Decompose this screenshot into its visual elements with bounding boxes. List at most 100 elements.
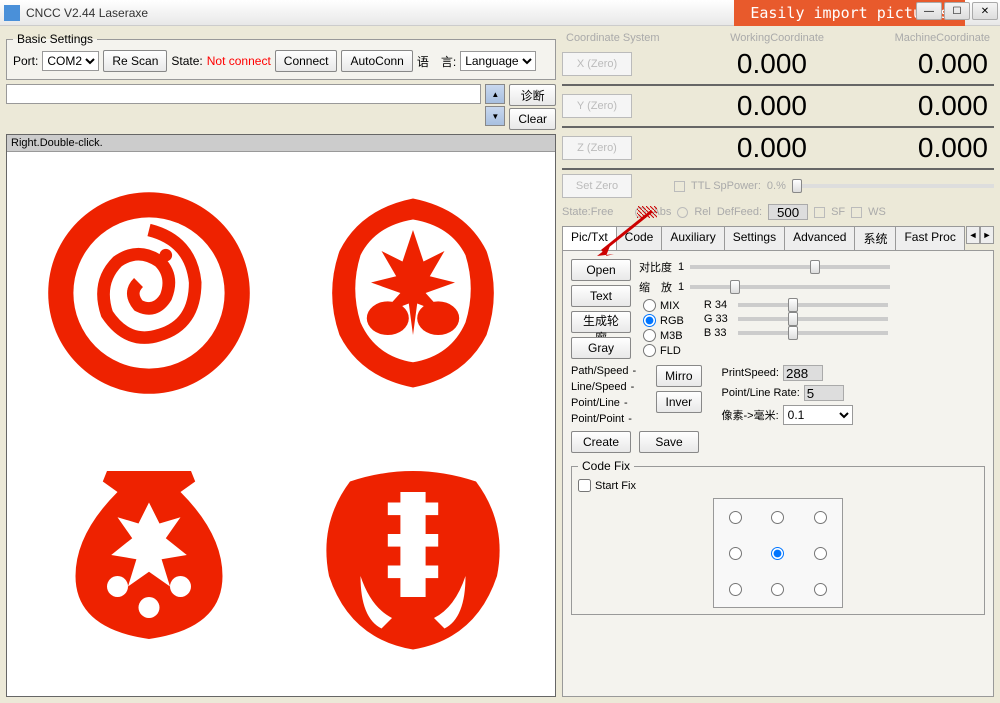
canvas-preview[interactable] [7, 152, 555, 696]
contrast-value: 1 [678, 261, 684, 273]
open-button[interactable]: Open [571, 259, 631, 281]
start-fix-label: Start Fix [595, 480, 636, 492]
fix-pos-tr[interactable] [814, 511, 827, 524]
gray-button[interactable]: Gray [571, 337, 631, 359]
tab-pic-txt[interactable]: Pic/Txt [562, 226, 617, 250]
autoconn-button[interactable]: AutoConn [341, 50, 412, 72]
clear-button[interactable]: Clear [509, 108, 556, 130]
tab-content-pic: Open Text 生成轮廓 Gray 对比度 1 缩 放 1 [562, 251, 994, 697]
tabs: Pic/Txt Code Auxiliary Settings Advanced… [562, 226, 994, 251]
artwork-vase [44, 450, 254, 660]
g-slider[interactable] [738, 317, 888, 321]
point-point-label: Point/Point [571, 413, 624, 425]
path-speed-label: Path/Speed [571, 365, 629, 377]
tab-scroll-right[interactable]: ► [980, 226, 994, 244]
titlebar: CNCC V2.44 Laseraxe Easily import pictur… [0, 0, 1000, 26]
down-arrow-button[interactable]: ▼ [485, 106, 505, 126]
sf-label: SF [831, 206, 845, 218]
fix-pos-bl[interactable] [729, 583, 742, 596]
mirror-button[interactable]: Mirro [656, 365, 701, 387]
state-value: Not connect [207, 54, 271, 68]
x-zero-button[interactable]: X (Zero) [562, 52, 632, 76]
pl-rate-label: Point/Line Rate: [722, 387, 800, 399]
ttl-checkbox[interactable] [674, 181, 685, 192]
code-fix-group: Code Fix Start Fix [571, 459, 985, 615]
scale-value: 1 [678, 281, 684, 293]
tab-advanced[interactable]: Advanced [784, 226, 855, 250]
fix-pos-tc[interactable] [771, 511, 784, 524]
text-button[interactable]: Text [571, 285, 631, 307]
fld-radio[interactable] [643, 344, 656, 357]
machine-coord-label: MachineCoordinate [895, 32, 990, 44]
diagnose-button[interactable]: 诊断 [509, 84, 556, 106]
close-button[interactable]: ✕ [972, 2, 998, 20]
line-speed-label: Line/Speed [571, 381, 627, 393]
basic-settings-group: Basic Settings Port: COM2 Re Scan State:… [6, 32, 556, 80]
tab-settings[interactable]: Settings [724, 226, 785, 250]
sf-checkbox[interactable] [814, 207, 825, 218]
print-speed-label: PrintSpeed: [722, 367, 779, 379]
port-select[interactable]: COM2 [42, 51, 99, 71]
up-arrow-button[interactable]: ▲ [485, 84, 505, 104]
fix-pos-mc[interactable] [771, 547, 784, 560]
mix-radio[interactable] [643, 299, 656, 312]
language-label: 语 言: [417, 53, 456, 70]
connect-button[interactable]: Connect [275, 50, 338, 72]
b-slider[interactable] [738, 331, 888, 335]
canvas-header: Right.Double-click. [7, 135, 555, 152]
tab-scroll-left[interactable]: ◄ [966, 226, 980, 244]
ws-checkbox[interactable] [851, 207, 862, 218]
invert-button[interactable]: Inver [656, 391, 701, 413]
abs-radio[interactable] [635, 207, 646, 218]
artwork-lotus [308, 188, 518, 398]
fix-position-grid [713, 498, 843, 608]
tab-system[interactable]: 系统 [854, 226, 896, 250]
contrast-slider[interactable] [690, 265, 890, 269]
y-working-value: 0.000 [632, 90, 813, 122]
y-machine-value: 0.000 [813, 90, 994, 122]
contrast-label: 对比度 [639, 259, 672, 275]
command-input[interactable] [6, 84, 481, 104]
z-zero-button[interactable]: Z (Zero) [562, 136, 632, 160]
tab-fast-proc[interactable]: Fast Proc [895, 226, 964, 250]
x-machine-value: 0.000 [813, 48, 994, 80]
set-zero-button[interactable]: Set Zero [562, 174, 632, 198]
rgb-radio[interactable] [643, 314, 656, 327]
print-speed-input[interactable] [783, 365, 823, 381]
deffeed-input[interactable] [768, 204, 808, 220]
ttl-slider[interactable] [792, 184, 994, 188]
create-button[interactable]: Create [571, 431, 631, 453]
rescan-button[interactable]: Re Scan [103, 50, 167, 72]
minimize-button[interactable]: — [916, 2, 942, 20]
outline-button[interactable]: 生成轮廓 [571, 311, 631, 333]
tab-code[interactable]: Code [616, 226, 663, 250]
z-machine-value: 0.000 [813, 132, 994, 164]
maximize-button[interactable]: ☐ [944, 2, 970, 20]
fix-pos-tl[interactable] [729, 511, 742, 524]
m3b-radio[interactable] [643, 329, 656, 342]
pixel-mm-select[interactable]: 0.1 [783, 405, 853, 425]
working-coord-label: WorkingCoordinate [730, 32, 824, 44]
artwork-dragon-circle [44, 188, 254, 398]
window-title: CNCC V2.44 Laseraxe [26, 6, 148, 20]
canvas-area: Right.Double-click. [6, 134, 556, 697]
fix-pos-mr[interactable] [814, 547, 827, 560]
language-select[interactable]: Language [460, 51, 536, 71]
basic-settings-legend: Basic Settings [13, 32, 97, 46]
b-label: B 33 [704, 327, 734, 339]
fix-pos-bc[interactable] [771, 583, 784, 596]
rel-radio[interactable] [677, 207, 688, 218]
pl-rate-input[interactable] [804, 385, 844, 401]
tab-auxiliary[interactable]: Auxiliary [661, 226, 724, 250]
artwork-fish [308, 450, 518, 660]
start-fix-checkbox[interactable] [578, 479, 591, 492]
save-button[interactable]: Save [639, 431, 699, 453]
app-icon [4, 5, 20, 21]
fix-pos-br[interactable] [814, 583, 827, 596]
y-zero-button[interactable]: Y (Zero) [562, 94, 632, 118]
port-label: Port: [13, 54, 38, 68]
scale-slider[interactable] [690, 285, 890, 289]
code-fix-legend: Code Fix [578, 459, 634, 473]
r-slider[interactable] [738, 303, 888, 307]
fix-pos-ml[interactable] [729, 547, 742, 560]
